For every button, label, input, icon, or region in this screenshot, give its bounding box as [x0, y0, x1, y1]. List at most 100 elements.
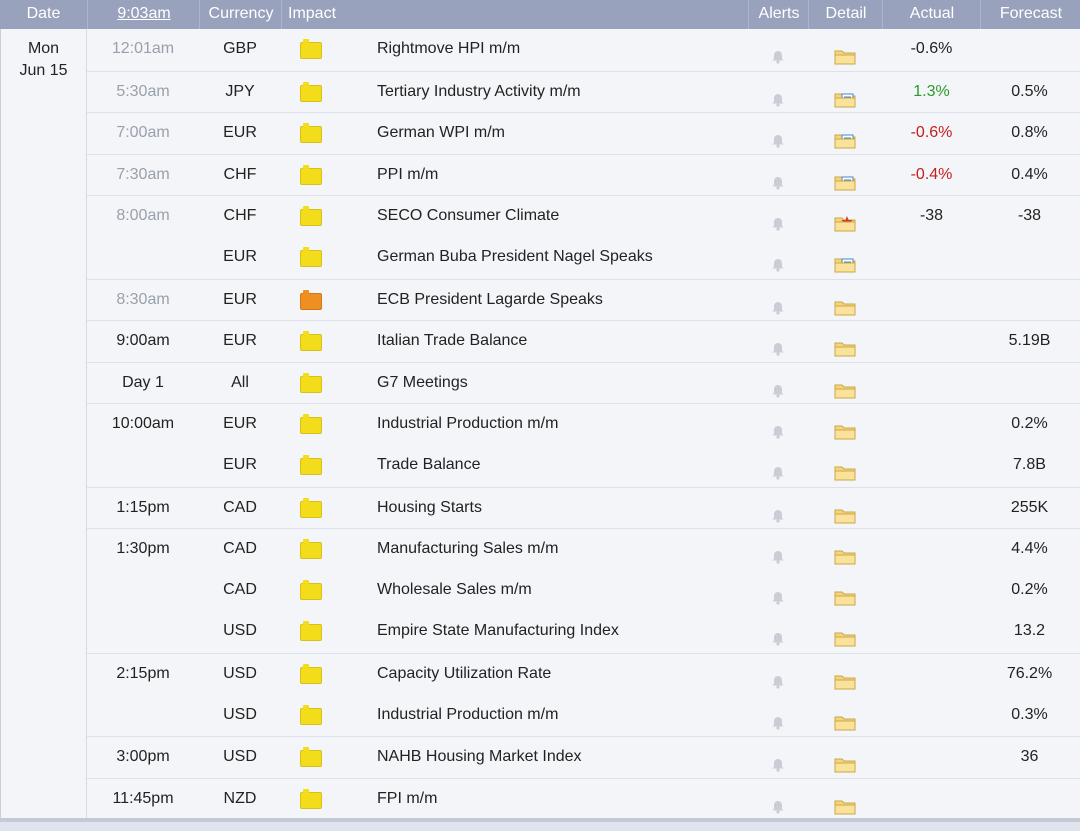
alert-cell[interactable]: [770, 196, 790, 237]
event-title[interactable]: Wholesale Sales m/m: [377, 570, 747, 611]
folder-icon[interactable]: [834, 749, 856, 773]
table-row[interactable]: 9:00am EUR Italian Trade Balance 5.19B: [87, 320, 1080, 362]
alert-cell[interactable]: [770, 779, 790, 820]
folder-icon[interactable]: [834, 582, 856, 606]
header-alerts[interactable]: Alerts: [748, 0, 809, 29]
table-row[interactable]: 5:30am JPY Tertiary Industry Activity m/m 1…: [87, 70, 1080, 113]
alert-cell[interactable]: [770, 445, 790, 486]
detail-cell[interactable]: [834, 404, 858, 445]
alert-cell[interactable]: [770, 570, 790, 611]
event-title[interactable]: Housing Starts: [377, 488, 747, 529]
alert-cell[interactable]: [770, 280, 790, 321]
event-title[interactable]: Empire State Manufacturing Index: [377, 611, 747, 652]
folder-icon[interactable]: [834, 375, 856, 399]
folder-icon[interactable]: [834, 292, 856, 316]
table-row[interactable]: USD Empire State Manufacturing Index 13.2: [87, 611, 1080, 653]
folder-icon[interactable]: [834, 333, 856, 357]
table-row[interactable]: 8:00am CHF SECO Consumer Climate -38 -38: [87, 195, 1080, 237]
table-row[interactable]: 2:15pm USD Capacity Utilization Rate 76.2%: [87, 652, 1080, 695]
alert-cell[interactable]: [770, 237, 790, 278]
folder-doc-icon[interactable]: [834, 249, 856, 273]
table-row[interactable]: 7:30am CHF PPI m/m -0.4% 0.4%: [87, 153, 1080, 196]
alert-cell[interactable]: [770, 695, 790, 736]
folder-icon[interactable]: [834, 457, 856, 481]
alert-cell[interactable]: [770, 529, 790, 570]
header-impact[interactable]: Impact: [281, 0, 748, 29]
event-title[interactable]: G7 Meetings: [377, 363, 747, 404]
table-row[interactable]: 3:00pm USD NAHB Housing Market Index 36: [87, 736, 1080, 778]
bell-icon[interactable]: [770, 208, 786, 231]
bell-icon[interactable]: [770, 666, 786, 689]
folder-icon[interactable]: [834, 791, 856, 815]
table-row[interactable]: 7:00am EUR German WPI m/m -0.6% 0.8%: [87, 112, 1080, 154]
table-row[interactable]: 1:30pm CAD Manufacturing Sales m/m 4.4%: [87, 528, 1080, 570]
folder-icon[interactable]: [834, 500, 856, 524]
folder-icon[interactable]: [834, 623, 856, 647]
table-row[interactable]: 11:45pm NZD FPI m/m: [87, 777, 1080, 820]
alert-cell[interactable]: [770, 72, 790, 113]
table-row[interactable]: 12:01am GBP Rightmove HPI m/m -0.6%: [87, 29, 1080, 71]
event-title[interactable]: Capacity Utilization Rate: [377, 654, 747, 695]
table-row[interactable]: EUR Trade Balance 7.8B: [87, 445, 1080, 487]
folder-doc-icon[interactable]: [834, 167, 856, 191]
detail-cell[interactable]: [834, 654, 858, 695]
folder-icon[interactable]: [834, 541, 856, 565]
bell-icon[interactable]: [770, 541, 786, 564]
detail-cell[interactable]: [834, 321, 858, 362]
alert-cell[interactable]: [770, 113, 790, 154]
event-title[interactable]: Industrial Production m/m: [377, 404, 747, 445]
folder-doc-icon[interactable]: [834, 125, 856, 149]
alert-cell[interactable]: [770, 29, 790, 70]
header-date[interactable]: Date: [0, 0, 87, 29]
alert-cell[interactable]: [770, 654, 790, 695]
table-row[interactable]: CAD Wholesale Sales m/m 0.2%: [87, 570, 1080, 612]
event-title[interactable]: FPI m/m: [377, 779, 747, 820]
alert-cell[interactable]: [770, 611, 790, 652]
detail-cell[interactable]: [834, 72, 858, 113]
detail-cell[interactable]: [834, 29, 858, 70]
event-title[interactable]: ECB President Lagarde Speaks: [377, 280, 747, 321]
bell-icon[interactable]: [770, 125, 786, 148]
detail-cell[interactable]: [834, 196, 858, 237]
bell-icon[interactable]: [770, 333, 786, 356]
event-title[interactable]: Trade Balance: [377, 445, 747, 486]
bell-icon[interactable]: [770, 623, 786, 646]
header-detail[interactable]: Detail: [808, 0, 883, 29]
bell-icon[interactable]: [770, 167, 786, 190]
detail-cell[interactable]: [834, 611, 858, 652]
header-actual[interactable]: Actual: [882, 0, 981, 29]
event-title[interactable]: Italian Trade Balance: [377, 321, 747, 362]
event-title[interactable]: Industrial Production m/m: [377, 695, 747, 736]
event-title[interactable]: German WPI m/m: [377, 113, 747, 154]
alert-cell[interactable]: [770, 155, 790, 196]
detail-cell[interactable]: [834, 737, 858, 778]
bell-icon[interactable]: [770, 500, 786, 523]
table-row[interactable]: Day 1 All G7 Meetings: [87, 361, 1080, 404]
bell-icon[interactable]: [770, 707, 786, 730]
folder-icon[interactable]: [834, 416, 856, 440]
detail-cell[interactable]: [834, 113, 858, 154]
alert-cell[interactable]: [770, 404, 790, 445]
table-row[interactable]: 1:15pm CAD Housing Starts 255K: [87, 486, 1080, 529]
detail-cell[interactable]: [834, 570, 858, 611]
event-title[interactable]: SECO Consumer Climate: [377, 196, 747, 237]
bell-icon[interactable]: [770, 375, 786, 398]
bell-icon[interactable]: [770, 791, 786, 814]
bell-icon[interactable]: [770, 416, 786, 439]
header-forecast[interactable]: Forecast: [980, 0, 1080, 29]
folder-icon[interactable]: [834, 666, 856, 690]
detail-cell[interactable]: [834, 695, 858, 736]
detail-cell[interactable]: [834, 488, 858, 529]
table-row[interactable]: 10:00am EUR Industrial Production m/m 0.2%: [87, 403, 1080, 445]
folder-doc-icon[interactable]: [834, 84, 856, 108]
folder-star-icon[interactable]: [834, 208, 856, 232]
table-row[interactable]: EUR German Buba President Nagel Speaks: [87, 237, 1080, 279]
event-title[interactable]: Rightmove HPI m/m: [377, 29, 747, 70]
header-clock[interactable]: 9:03am: [87, 0, 200, 29]
bell-icon[interactable]: [770, 457, 786, 480]
detail-cell[interactable]: [834, 779, 858, 820]
table-row[interactable]: 8:30am EUR ECB President Lagarde Speaks: [87, 278, 1080, 321]
detail-cell[interactable]: [834, 363, 858, 404]
bell-icon[interactable]: [770, 84, 786, 107]
detail-cell[interactable]: [834, 280, 858, 321]
